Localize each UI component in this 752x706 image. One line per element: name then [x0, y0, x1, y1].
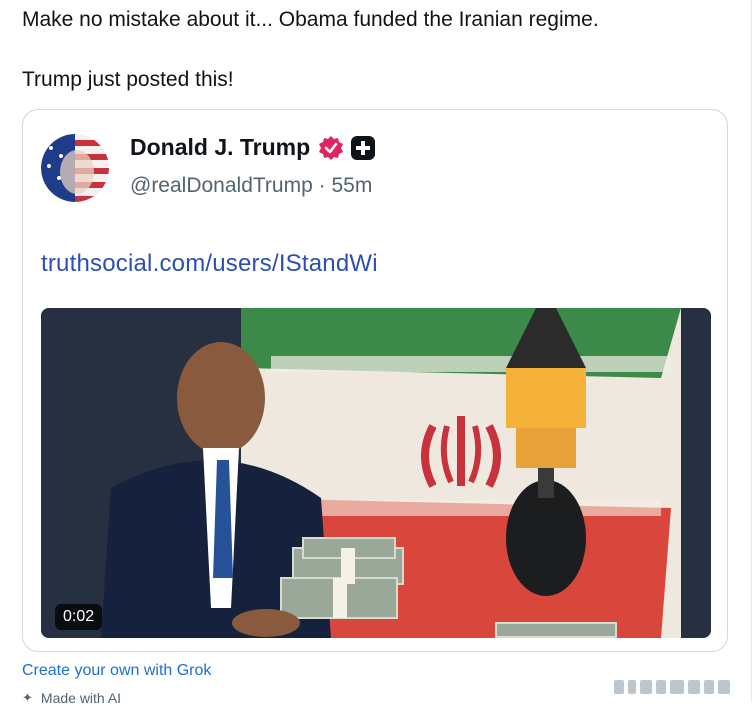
post-line-2: Trump just posted this! [22, 68, 234, 91]
video-duration: 0:02 [55, 604, 103, 630]
video-thumbnail [41, 308, 711, 638]
handle[interactable]: @realDonaldTrump [130, 174, 313, 197]
watermark-icon [614, 680, 730, 694]
verified-badge-icon [319, 135, 344, 160]
quoted-post-card[interactable]: Donald J. Trump @realDonaldTrump · 55m t… [22, 109, 728, 652]
display-name[interactable]: Donald J. Trump [130, 134, 376, 161]
made-with-ai-text: Made with AI [40, 690, 122, 706]
separator: · [318, 174, 326, 197]
create-with-grok-link[interactable]: Create your own with Grok [22, 662, 211, 680]
avatar[interactable] [41, 134, 109, 202]
post-text: Make no mistake about it... Obama funded… [22, 6, 722, 94]
plus-badge-icon [351, 135, 376, 160]
handle-line: @realDonaldTrump · 55m [130, 174, 372, 198]
video-player[interactable]: 0:02 [41, 308, 711, 638]
truthsocial-link[interactable]: truthsocial.com/users/IStandWi [41, 250, 378, 278]
post-line-1: Make no mistake about it... Obama funded… [22, 8, 599, 31]
timestamp[interactable]: 55m [331, 174, 372, 197]
display-name-text[interactable]: Donald J. Trump [130, 134, 310, 161]
sparkle-icon: ✦ [22, 690, 33, 705]
made-with-ai: ✦ Made with AI [22, 690, 121, 706]
